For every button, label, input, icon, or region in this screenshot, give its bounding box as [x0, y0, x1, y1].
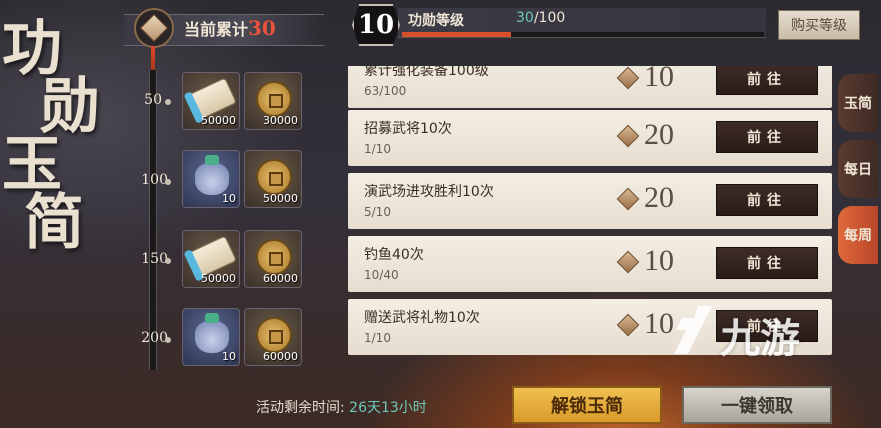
- cube-token-icon: [616, 250, 640, 274]
- milestone-tier: 200: [141, 330, 168, 346]
- reward-slot[interactable]: 10: [182, 150, 240, 208]
- milestone-dot: [165, 99, 171, 105]
- level-badge: 10: [352, 4, 400, 46]
- reward-count: 10: [222, 350, 236, 363]
- task-points: 20: [644, 118, 674, 151]
- task-title: 钓鱼40次: [364, 247, 424, 263]
- level-progress-fill: [402, 32, 511, 37]
- copper-coin-icon: [256, 239, 292, 275]
- reward-count: 30000: [263, 114, 298, 127]
- reward-slot[interactable]: 10: [182, 308, 240, 366]
- reward-slot[interactable]: 50000: [182, 72, 240, 130]
- reward-slot[interactable]: 50000: [244, 150, 302, 208]
- go-button[interactable]: 前往: [716, 121, 818, 153]
- page-title: 功 勋 玉 简: [2, 14, 102, 258]
- reward-count: 10: [222, 192, 236, 205]
- cube-token-icon: [616, 187, 640, 211]
- tab-jade-slips[interactable]: 玉简: [838, 74, 878, 132]
- reward-slot[interactable]: 50000: [182, 230, 240, 288]
- task-progress: 5/10: [364, 205, 391, 219]
- reward-count: 50000: [201, 272, 236, 285]
- milestone-tier: 100: [141, 172, 168, 188]
- task-row: 演武场进攻胜利10次 5/10 20 前往: [348, 173, 832, 229]
- tab-daily[interactable]: 每日: [838, 140, 878, 198]
- silver-pouch-icon: [195, 155, 229, 195]
- reward-slot[interactable]: 60000: [244, 230, 302, 288]
- cumulative-label-text: 当前累计: [184, 20, 249, 39]
- task-row: 累计强化装备100级 63/100 10 前往: [348, 66, 832, 108]
- level-title: 功勋等级: [408, 13, 464, 29]
- cube-token-icon: [616, 124, 640, 148]
- task-progress: 1/10: [364, 331, 391, 345]
- watermark-text: 九游: [720, 316, 800, 362]
- time-remaining: 活动剩余时间: 26天13小时: [256, 397, 427, 417]
- watermark-logo-icon: [674, 306, 712, 354]
- reward-count: 50000: [263, 192, 298, 205]
- time-remaining-value: 26天13小时: [349, 400, 427, 416]
- level-max: 100: [538, 10, 566, 26]
- task-title: 演武场进攻胜利10次: [364, 184, 494, 200]
- milestone-track: [149, 70, 157, 370]
- task-progress: 1/10: [364, 142, 391, 156]
- copper-coin-icon: [256, 317, 292, 353]
- reward-slot[interactable]: 60000: [244, 308, 302, 366]
- task-progress: 10/40: [364, 268, 399, 282]
- level-progress-text: 30/100: [516, 10, 565, 26]
- task-points: 10: [644, 244, 674, 277]
- cube-token-icon: [616, 66, 640, 90]
- time-remaining-label: 活动剩余时间:: [256, 400, 345, 416]
- reward-count: 50000: [201, 114, 236, 127]
- task-title: 累计强化装备100级: [364, 66, 489, 79]
- page-title-char: 简: [24, 188, 84, 258]
- level-current: 30: [516, 10, 534, 26]
- task-title: 赠送武将礼物10次: [364, 310, 480, 326]
- go-button[interactable]: 前往: [716, 247, 818, 279]
- cube-token-icon: [616, 313, 640, 337]
- cumulative-label: 当前累计30: [184, 16, 276, 40]
- reward-slot[interactable]: 30000: [244, 72, 302, 130]
- task-points: 20: [644, 181, 674, 214]
- go-button[interactable]: 前往: [716, 184, 818, 216]
- unlock-button[interactable]: 解锁玉简: [512, 386, 662, 424]
- copper-coin-icon: [256, 81, 292, 117]
- reward-count: 60000: [263, 272, 298, 285]
- cube-token-icon: [134, 8, 174, 48]
- task-progress: 63/100: [364, 84, 407, 98]
- silver-pouch-icon: [195, 313, 229, 353]
- milestone-tier: 150: [141, 251, 168, 267]
- milestone-dot: [165, 179, 171, 185]
- cumulative-value: 30: [248, 16, 276, 40]
- task-row: 钓鱼40次 10/40 10 前往: [348, 236, 832, 292]
- task-row: 招募武将10次 1/10 20 前往: [348, 110, 832, 166]
- copper-coin-icon: [256, 159, 292, 195]
- task-points: 10: [644, 66, 674, 93]
- claim-all-button[interactable]: 一键领取: [682, 386, 832, 424]
- reward-count: 60000: [263, 350, 298, 363]
- task-title: 招募武将10次: [364, 121, 452, 137]
- tab-weekly[interactable]: 每周: [838, 206, 878, 264]
- page-title-char: 功: [2, 14, 62, 84]
- milestone-dot: [165, 337, 171, 343]
- page-title-char: 勋: [40, 72, 100, 142]
- page-title-char: 玉: [2, 130, 62, 200]
- milestone-dot: [165, 258, 171, 264]
- milestone-tier: 50: [144, 92, 162, 108]
- buy-level-button[interactable]: 购买等级: [778, 10, 860, 40]
- go-button[interactable]: 前往: [716, 66, 818, 95]
